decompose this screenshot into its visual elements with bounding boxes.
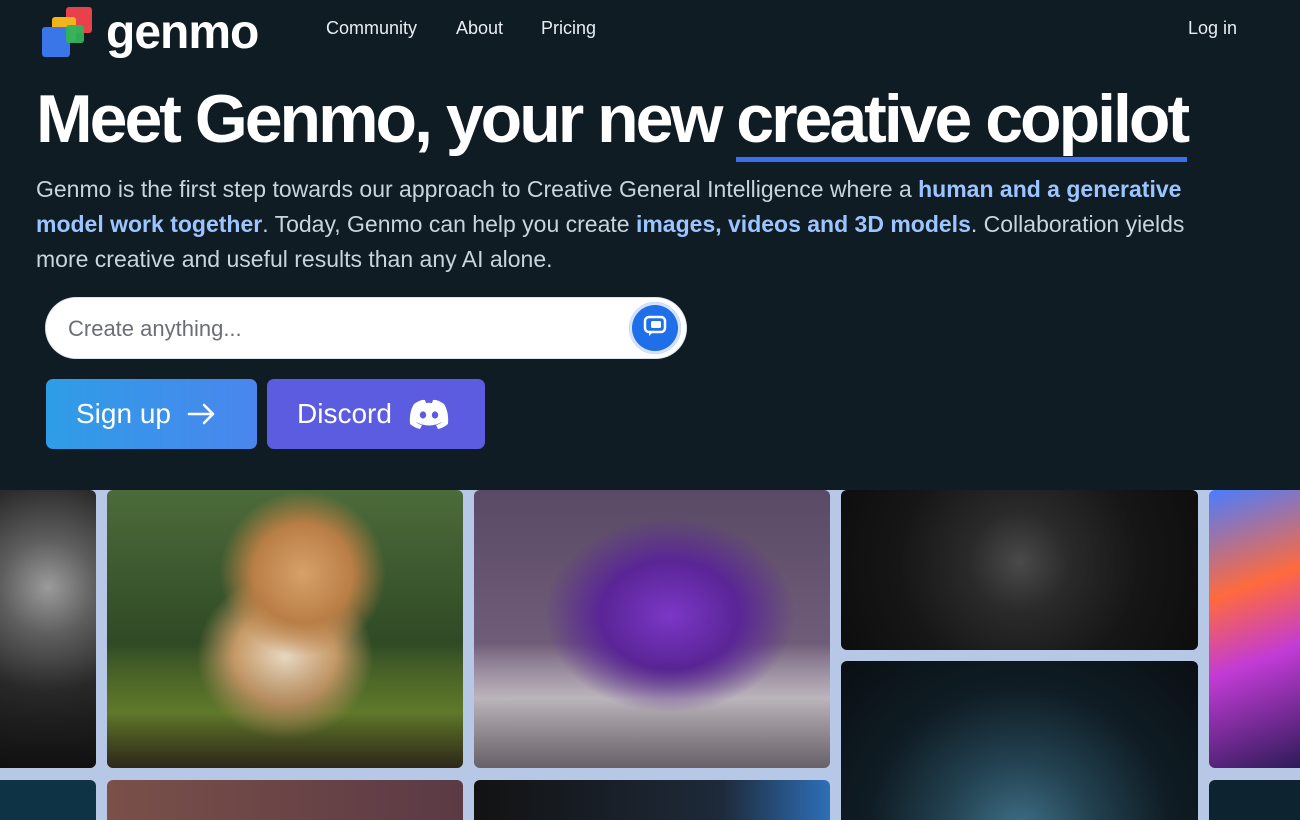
signup-button-label: Sign up — [76, 398, 171, 429]
gallery-item-forest-kitten[interactable] — [107, 490, 463, 768]
gallery-item[interactable] — [107, 780, 463, 820]
create-input[interactable] — [66, 308, 610, 350]
gallery-item-stone-statue[interactable] — [0, 490, 96, 768]
nav-community-link[interactable]: Community — [326, 17, 417, 39]
gallery-item[interactable] — [474, 780, 830, 820]
submit-chat-button[interactable] — [629, 302, 681, 354]
hero-description: Genmo is the first step towards our appr… — [36, 172, 1196, 277]
brand-name: genmo — [106, 6, 259, 59]
hero-title-text: Meet Genmo, your new — [36, 81, 737, 157]
login-link[interactable]: Log in — [1188, 17, 1237, 39]
chat-bubbles-icon — [643, 315, 667, 342]
gallery-item[interactable] — [0, 780, 96, 820]
gallery-item-eye-closeup[interactable] — [841, 661, 1198, 820]
hero-title: Meet Genmo, your new creative copilot — [36, 78, 1190, 162]
gallery-item-purple-shoe[interactable] — [474, 490, 830, 768]
desc-part-1: Genmo is the first step towards our appr… — [36, 176, 919, 202]
arrow-right-icon — [187, 402, 217, 426]
genmo-logo[interactable]: genmo — [40, 5, 290, 61]
desc-part-2: . Today, Genmo can help you create — [262, 211, 636, 237]
create-search-box — [46, 298, 686, 358]
gallery-item[interactable] — [1209, 780, 1300, 820]
nav-pricing-link[interactable]: Pricing — [541, 17, 596, 39]
discord-icon — [408, 398, 450, 430]
hero-section: genmo Community About Pricing Log in Mee… — [0, 0, 1300, 490]
image-gallery — [0, 490, 1300, 820]
discord-button[interactable]: Discord — [267, 379, 485, 449]
discord-button-label: Discord — [297, 398, 392, 429]
desc-highlight-2: images, videos and 3D models — [635, 211, 971, 237]
nav-about-link[interactable]: About — [456, 17, 503, 39]
signup-button[interactable]: Sign up — [46, 379, 257, 449]
genmo-logo-mark-icon — [40, 5, 96, 61]
gallery-item-neon-abstract[interactable] — [1209, 490, 1300, 768]
gallery-item-dark-flower[interactable] — [841, 490, 1198, 650]
hero-title-highlight: creative copilot — [736, 81, 1190, 162]
